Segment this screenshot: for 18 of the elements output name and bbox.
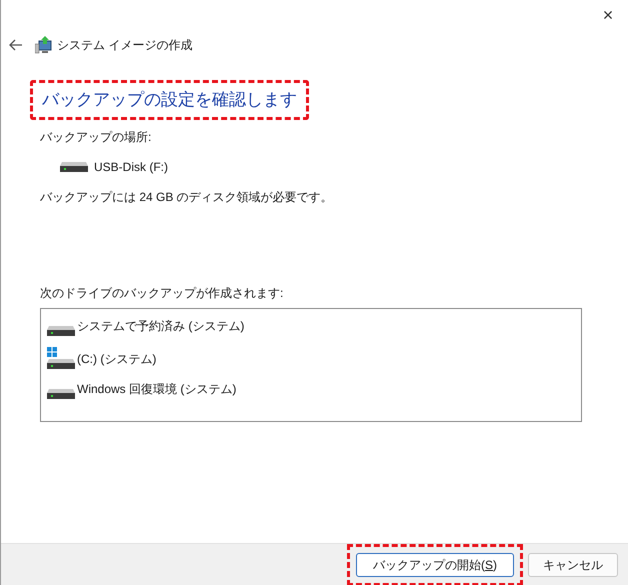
drive-icon bbox=[47, 326, 75, 336]
drive-icon bbox=[60, 162, 88, 172]
drive-icon bbox=[47, 388, 75, 398]
close-button[interactable]: × bbox=[588, 0, 628, 30]
space-note: バックアップには 24 GB のディスク領域が必要です。 bbox=[40, 188, 334, 206]
back-arrow-icon[interactable] bbox=[9, 39, 23, 51]
location-drive: USB-Disk (F:) bbox=[94, 158, 168, 176]
cancel-button[interactable]: キャンセル bbox=[528, 552, 618, 576]
location-label: バックアップの場所: bbox=[40, 128, 152, 146]
page-heading: バックアップの設定を確認します bbox=[42, 90, 297, 109]
drives-label: 次のドライブのバックアップが作成されます: bbox=[40, 284, 284, 302]
drive-item[interactable]: システムで予約済み (システム) bbox=[77, 316, 244, 334]
start-backup-button[interactable]: バックアップの開始(S) bbox=[356, 552, 514, 576]
system-drive-icon bbox=[47, 346, 75, 368]
drive-item[interactable]: Windows 回復環境 (システム) bbox=[77, 380, 236, 398]
computer-backup-icon bbox=[35, 36, 53, 54]
drive-item[interactable]: (C:) (システム) bbox=[77, 350, 156, 368]
window-title: システム イメージの作成 bbox=[57, 37, 192, 54]
